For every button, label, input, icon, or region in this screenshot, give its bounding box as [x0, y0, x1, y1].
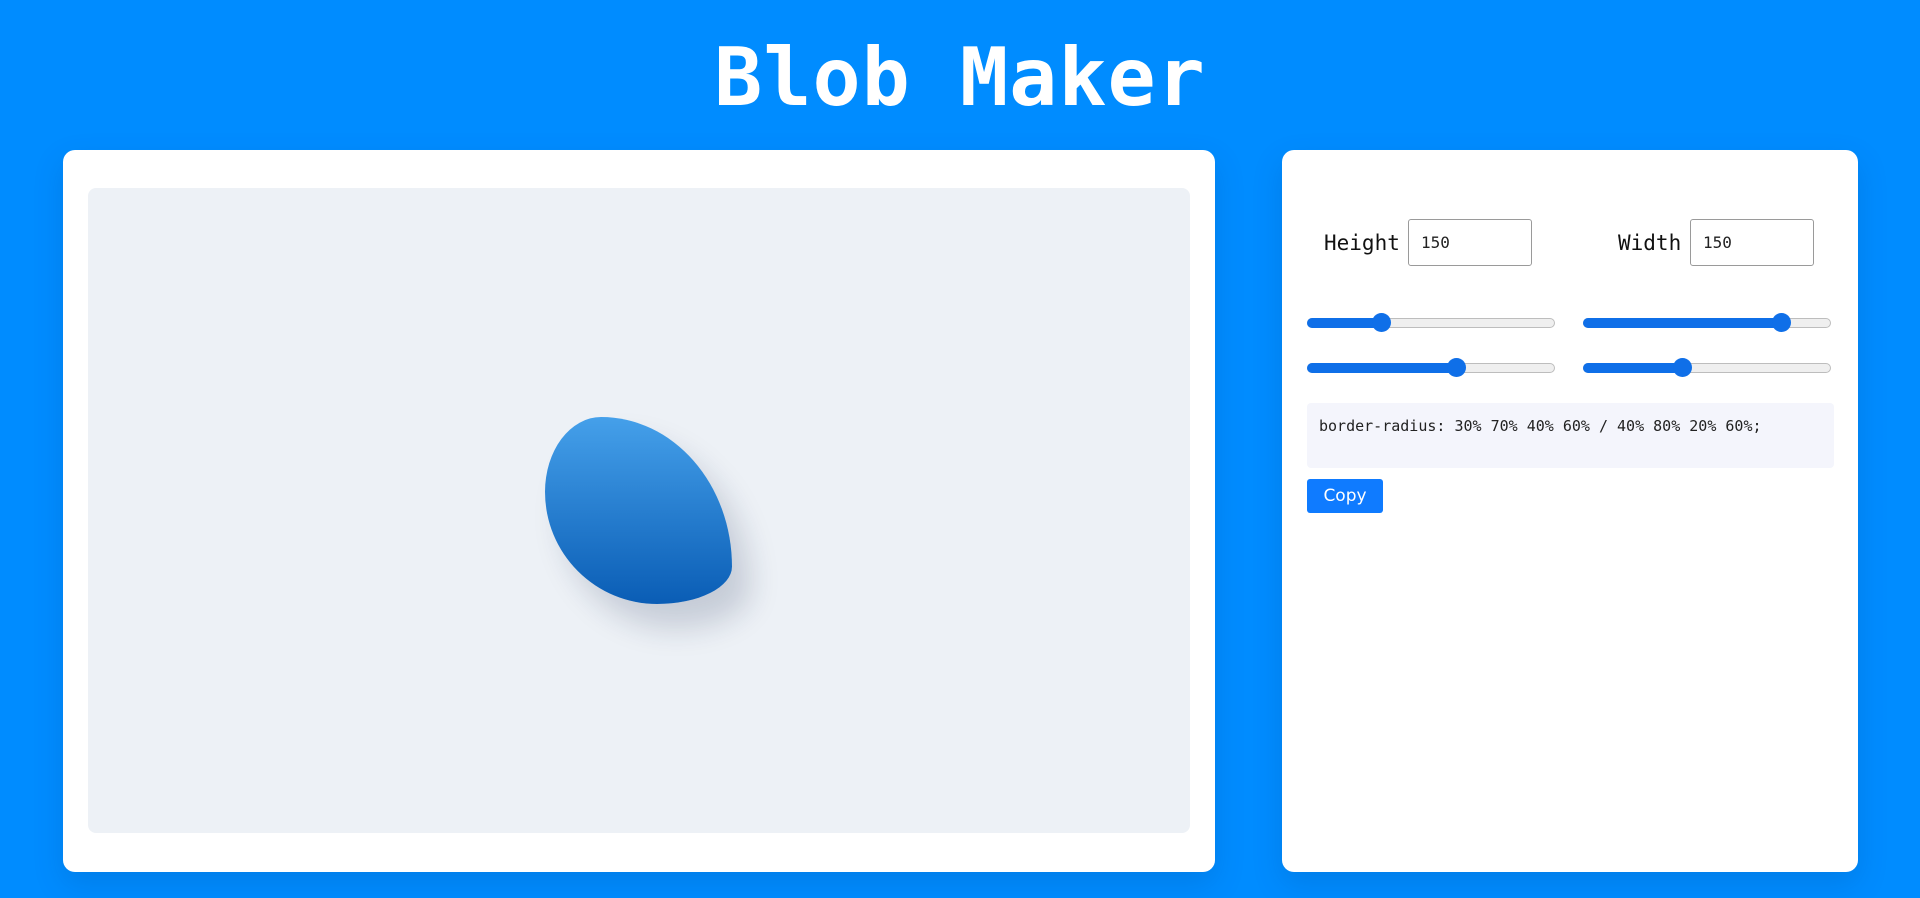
slider-thumb[interactable] [1772, 313, 1791, 332]
slider-fill [1583, 363, 1682, 373]
width-label: Width [1618, 231, 1682, 255]
slider-fill [1307, 363, 1456, 373]
slider-thumb[interactable] [1673, 358, 1692, 377]
height-input[interactable] [1408, 219, 1532, 266]
page-title: Blob Maker [714, 31, 1206, 124]
radius-slider-2[interactable] [1583, 312, 1831, 334]
blob-shape [545, 417, 732, 604]
radius-slider-4[interactable] [1583, 357, 1831, 379]
radius-slider-3[interactable] [1307, 357, 1555, 379]
preview-card [63, 150, 1215, 872]
copy-button[interactable]: Copy [1307, 479, 1383, 513]
slider-fill [1307, 318, 1381, 328]
preview-area [88, 188, 1190, 833]
width-input[interactable] [1690, 219, 1814, 266]
radius-slider-1[interactable] [1307, 312, 1555, 334]
slider-fill [1583, 318, 1781, 328]
height-label: Height [1324, 231, 1400, 255]
slider-thumb[interactable] [1372, 313, 1391, 332]
slider-thumb[interactable] [1447, 358, 1466, 377]
controls-panel: Height Width border-radius: 30% 70% 40% … [1282, 150, 1858, 872]
css-output[interactable]: border-radius: 30% 70% 40% 60% / 40% 80%… [1307, 403, 1834, 468]
